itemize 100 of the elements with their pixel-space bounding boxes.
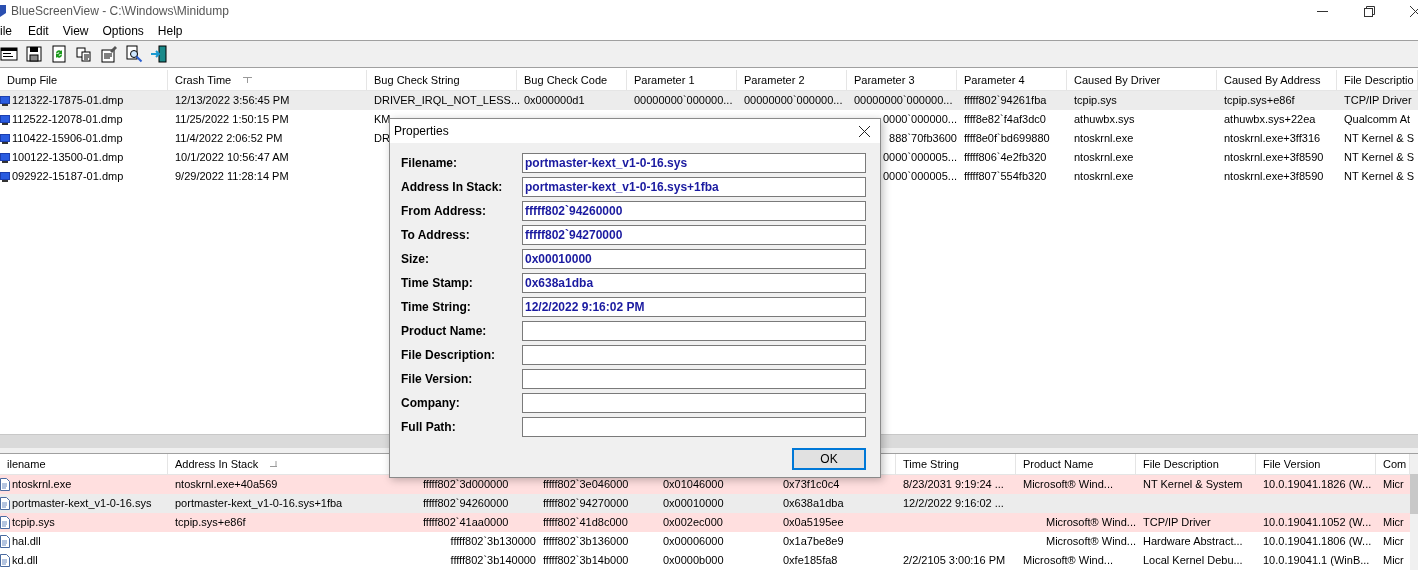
column-header[interactable]: Address In Stack (175, 455, 259, 473)
close-icon[interactable] (1410, 5, 1418, 17)
column-header[interactable]: File Version (1263, 455, 1321, 473)
value-field[interactable]: fffff802`94270000 (522, 225, 866, 245)
table-cell-text: ffff8e0f`bd699880 (964, 131, 1050, 147)
value-field[interactable]: 0x00010000 (522, 249, 866, 269)
table-cell-text: 0x00006000 (663, 534, 724, 550)
dialog-title: Properties (394, 123, 449, 140)
column-header[interactable]: Parameter 2 (744, 71, 805, 89)
column-header[interactable]: Parameter 4 (964, 71, 1025, 89)
window-icon[interactable] (0, 45, 18, 63)
table-row[interactable]: ntoskrnl.exe ntoskrnl.exe+40a569 fffff802`3d000000 fffff802`3e046000 0x01046000 0x73f1c0c4 8/23/2031 9:19:24 ... Microsoft® Wind... NT Kernel & System 10.0.19041.1826 (W... Micr (0, 475, 1410, 494)
table-cell-text: DR (374, 131, 390, 147)
table-cell-text: 8/23/2031 9:19:24 ... (903, 477, 1004, 493)
column-header[interactable]: Dump File (7, 71, 58, 89)
maximize-icon[interactable] (1364, 5, 1375, 17)
value-field[interactable] (522, 369, 866, 389)
table-cell-text: 11/25/2022 1:50:15 PM (175, 112, 289, 128)
menu-item[interactable]: Options (95, 22, 151, 40)
table-cell-text: 11/4/2022 2:06:52 PM (175, 131, 283, 147)
menu-item[interactable]: View (55, 22, 96, 40)
column-header[interactable]: Caused By Address (1224, 71, 1321, 89)
table-cell-text: NT Kernel & S (1344, 169, 1415, 185)
monitor-icon (0, 170, 10, 183)
file-icon (0, 516, 10, 529)
table-cell-text: 0xfe185fa8 (783, 553, 838, 569)
table-cell-text: tcpip.sys (1074, 93, 1117, 109)
table-cell-text: 092922-15187-01.dmp (12, 169, 124, 185)
column-header[interactable]: Bug Check String (374, 71, 460, 89)
value-field[interactable]: portmaster-kext_v1-0-16.sys (522, 153, 866, 173)
column-header[interactable]: Bug Check Code (524, 71, 608, 89)
menu-item[interactable]: Edit (21, 22, 56, 40)
value-field[interactable]: portmaster-kext_v1-0-16.sys+1fba (522, 177, 866, 197)
table-cell-text: Micr (1383, 534, 1404, 550)
field-label: Company: (401, 395, 461, 412)
value-field[interactable] (522, 345, 866, 365)
table-cell-text: 12/13/2022 3:56:45 PM (175, 93, 290, 109)
table-cell-text: 0x638a1dba (783, 496, 844, 512)
column-header[interactable]: File Description (1143, 455, 1219, 473)
table-cell-text: 0x73f1c0c4 (783, 477, 840, 493)
table-cell-text: 110422-15906-01.dmp (12, 131, 123, 147)
field-label: Size: (401, 251, 430, 268)
table-row[interactable]: 121322-17875-01.dmp 12/13/2022 3:56:45 PM DRIVER_IRQL_NOT_LESS... 0x000000d1 00000000`000000... 00000000`000000... 00000000`000000... fffff802`94261fba tcpip.sys tcpip.sys+e86f TCP/IP Driver (0, 91, 1418, 110)
table-cell-text: 0000`000005... (883, 169, 957, 185)
value-field[interactable]: fffff802`94260000 (522, 201, 866, 221)
table-cell-text: fffff806`4e2fb320 (964, 150, 1047, 166)
search-icon[interactable] (125, 45, 143, 63)
table-cell-text: fffff802`94260000 (423, 496, 509, 512)
table-cell-text: 10.0.19041.1806 (W... (1263, 534, 1372, 550)
menu-item[interactable]: Help (150, 22, 190, 40)
refresh-icon[interactable] (50, 45, 68, 63)
value-field[interactable]: 12/2/2022 9:16:02 PM (522, 297, 866, 317)
value-field[interactable] (522, 321, 866, 341)
field-label: Address In Stack: (401, 179, 504, 196)
table-cell-text: ntoskrnl.exe (12, 477, 72, 493)
column-header[interactable]: File Descriptio (1344, 71, 1414, 89)
field-label: Time Stamp: (401, 275, 474, 292)
close-icon[interactable] (859, 125, 870, 137)
column-header[interactable]: Com (1383, 455, 1407, 473)
vertical-scrollbar[interactable] (1410, 454, 1418, 570)
table-cell-text: fffff802`94270000 (543, 496, 629, 512)
table-cell-text: fffff802`41aa0000 (423, 515, 509, 531)
value-field[interactable] (522, 417, 866, 437)
column-header[interactable]: Crash Time (175, 71, 232, 89)
table-cell-text: ntoskrnl.exe (1074, 150, 1134, 166)
ok-button[interactable]: OK (792, 448, 866, 470)
table-cell-text: fffff802`3e046000 (543, 477, 629, 493)
column-header[interactable]: ilename (7, 455, 46, 473)
properties-icon[interactable] (100, 45, 118, 63)
table-cell-text: 0000`000000... (883, 112, 957, 128)
column-header[interactable]: Parameter 3 (854, 71, 915, 89)
table-cell-text: 00000000`000000... (634, 93, 733, 109)
column-header[interactable]: Parameter 1 (634, 71, 695, 89)
table-row[interactable]: tcpip.sys tcpip.sys+e86f fffff802`41aa0000 fffff802`41d8c000 0x002ec000 0x0a5195ee Microsoft® Wind... TCP/IP Driver 10.0.19041.1052 (W... Micr (0, 513, 1410, 532)
field-label: From Address: (401, 203, 487, 220)
exit-icon[interactable] (150, 45, 168, 63)
column-header[interactable]: Product Name (1023, 455, 1094, 473)
menu-item[interactable]: ile (0, 22, 21, 40)
table-cell-text: 10.0.19041.1826 (W... (1263, 477, 1372, 493)
value-field[interactable]: 0x638a1dba (522, 273, 866, 293)
table-cell-text: tcpip.sys+e86f (175, 515, 246, 531)
field-label: Full Path: (401, 419, 457, 436)
value-field[interactable] (522, 393, 866, 413)
table-row[interactable]: portmaster-kext_v1-0-16.sys portmaster-kext_v1-0-16.sys+1fba fffff802`94260000 fffff802`94270000 0x00010000 0x638a1dba 12/2/2022 9:16:02 ... (0, 494, 1410, 513)
scrollbar-thumb[interactable] (1410, 474, 1418, 514)
table-cell-text: NT Kernel & System (1143, 477, 1243, 493)
table-cell-text: TCP/IP Driver (1344, 93, 1412, 109)
monitor-icon (0, 113, 10, 126)
table-cell-text: 10.0.19041.1052 (W... (1263, 515, 1372, 531)
table-cell-text: ntoskrnl.exe (1074, 169, 1134, 185)
table-cell-text: TCP/IP Driver (1143, 515, 1211, 531)
table-cell-text: tcpip.sys+e86f (1224, 93, 1295, 109)
table-cell-text: Microsoft® Wind... (1046, 534, 1136, 550)
field-label: Time String: (401, 299, 472, 316)
save-icon[interactable] (25, 45, 43, 63)
column-header[interactable]: Caused By Driver (1074, 71, 1161, 89)
column-header[interactable]: Time String (903, 455, 959, 473)
copy-icon[interactable] (75, 45, 93, 63)
table-cell-text: fffff802`41d8c000 (543, 515, 628, 531)
table-cell-text: 0x000000d1 (524, 93, 585, 109)
